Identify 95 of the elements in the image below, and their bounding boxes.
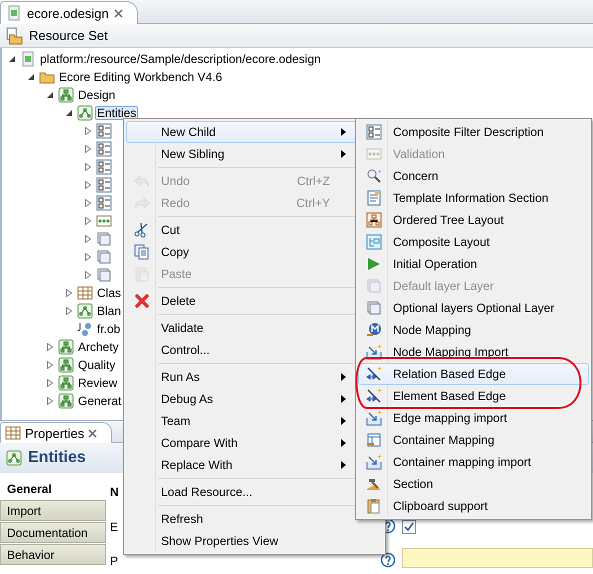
magnifier-icon [366, 168, 382, 184]
menu-item[interactable]: Node Mapping [358, 319, 589, 341]
tree-item[interactable]: Clas [95, 286, 124, 300]
hierarchy-icon [58, 339, 74, 355]
import-icon [366, 344, 382, 360]
file-icon [20, 51, 36, 67]
expand-arrow-icon[interactable] [84, 145, 92, 153]
menu-item[interactable]: Section [358, 473, 589, 495]
section-tab[interactable]: Behavior [0, 544, 106, 565]
tree-item[interactable]: Entities [95, 106, 138, 120]
hierarchy-icon [58, 393, 74, 409]
checkbox[interactable] [402, 520, 416, 534]
layout-icon [366, 234, 382, 250]
expand-arrow-icon[interactable] [84, 199, 92, 207]
resource-set-icon [5, 26, 23, 44]
close-icon[interactable] [88, 428, 98, 438]
menu-item[interactable]: Container mapping import [358, 451, 589, 473]
menu-item[interactable]: Edge mapping import [358, 407, 589, 429]
field-label: P [110, 554, 118, 568]
collapse-arrow-icon[interactable] [65, 109, 73, 117]
tree-item[interactable]: Generat [76, 394, 124, 408]
header-title: Resource Set [29, 28, 108, 43]
submenu-arrow-icon [340, 439, 346, 447]
menu-item[interactable]: Container Mapping [358, 429, 589, 451]
expand-arrow-icon[interactable] [84, 253, 92, 261]
expand-arrow-icon[interactable] [84, 271, 92, 279]
import-icon [366, 410, 382, 426]
help-icon[interactable] [380, 552, 396, 568]
submenu-arrow-icon [340, 373, 346, 381]
hierarchy-icon [366, 212, 382, 228]
note-icon [366, 190, 382, 206]
expand-arrow-icon[interactable] [84, 217, 92, 225]
submenu-arrow-icon [340, 128, 346, 136]
tree-item[interactable]: Archety [76, 340, 121, 354]
table-icon [5, 425, 21, 441]
menu-item[interactable]: Clipboard support [358, 495, 589, 517]
tree-item[interactable]: Review [76, 376, 120, 390]
diagram-icon [77, 105, 93, 121]
expand-arrow-icon[interactable] [46, 361, 54, 369]
expand-arrow-icon[interactable] [46, 379, 54, 387]
section-tab[interactable]: Documentation [0, 522, 106, 543]
menu-item[interactable]: Show Properties View [126, 530, 383, 552]
delete-icon [134, 293, 150, 309]
expand-arrow-icon[interactable] [46, 343, 54, 351]
square-icon [366, 300, 382, 316]
node-icon [366, 322, 382, 338]
collapse-arrow-icon[interactable] [8, 55, 16, 63]
container-icon [366, 432, 382, 448]
expand-arrow-icon[interactable] [46, 397, 54, 405]
square-icon [366, 278, 382, 294]
dots-icon [366, 146, 382, 162]
collapse-arrow-icon[interactable] [27, 73, 35, 81]
scissors-icon [134, 222, 150, 238]
play-icon [366, 256, 382, 272]
field-label: E [110, 520, 118, 534]
submenu-arrow-icon [340, 150, 346, 158]
expand-arrow-icon[interactable] [65, 289, 73, 297]
section-tab[interactable]: Import [0, 500, 106, 521]
collapse-arrow-icon[interactable] [46, 91, 54, 99]
close-icon[interactable] [114, 8, 123, 18]
java-icon [77, 321, 93, 337]
input-field[interactable] [402, 548, 593, 568]
properties-tab[interactable]: Properties [0, 422, 112, 443]
table-icon [77, 285, 93, 301]
expand-arrow-icon[interactable] [84, 163, 92, 171]
editor-tab[interactable]: ecore.odesign [0, 1, 138, 24]
tree-item[interactable]: Ecore Editing Workbench V4.6 [57, 70, 224, 84]
tree-item[interactable]: Design [76, 88, 118, 102]
submenu-arrow-icon [340, 461, 346, 469]
hammer-icon [366, 476, 382, 492]
field-label: N [110, 485, 119, 499]
edge-icon [366, 388, 382, 404]
submenu-arrow-icon [340, 395, 346, 403]
tree-item[interactable]: Quality [76, 358, 118, 372]
expand-arrow-icon[interactable] [84, 235, 92, 243]
expand-arrow-icon[interactable] [65, 307, 73, 315]
checklist-icon [366, 124, 382, 140]
file-icon [6, 5, 22, 21]
import-icon [366, 454, 382, 470]
hierarchy-icon [58, 87, 74, 103]
expand-arrow-icon[interactable] [84, 127, 92, 135]
tree-item[interactable]: platform:/resource/Sample/description/ecore.odesign [38, 52, 323, 66]
clipboard-icon [366, 498, 382, 514]
edge-icon [366, 366, 382, 382]
hierarchy-icon [58, 357, 74, 373]
tree-item[interactable]: fr.ob [95, 322, 122, 336]
properties-title: Entities [28, 449, 86, 467]
menu-item[interactable]: Relation Based Edge [358, 363, 589, 385]
diagram-icon [77, 303, 93, 319]
submenu-arrow-icon [340, 417, 346, 425]
hierarchy-icon [58, 375, 74, 391]
expand-arrow-icon[interactable] [84, 181, 92, 189]
tree-item[interactable]: Blan [95, 304, 124, 318]
copy-icon [134, 244, 150, 260]
diagram-icon [6, 450, 22, 466]
